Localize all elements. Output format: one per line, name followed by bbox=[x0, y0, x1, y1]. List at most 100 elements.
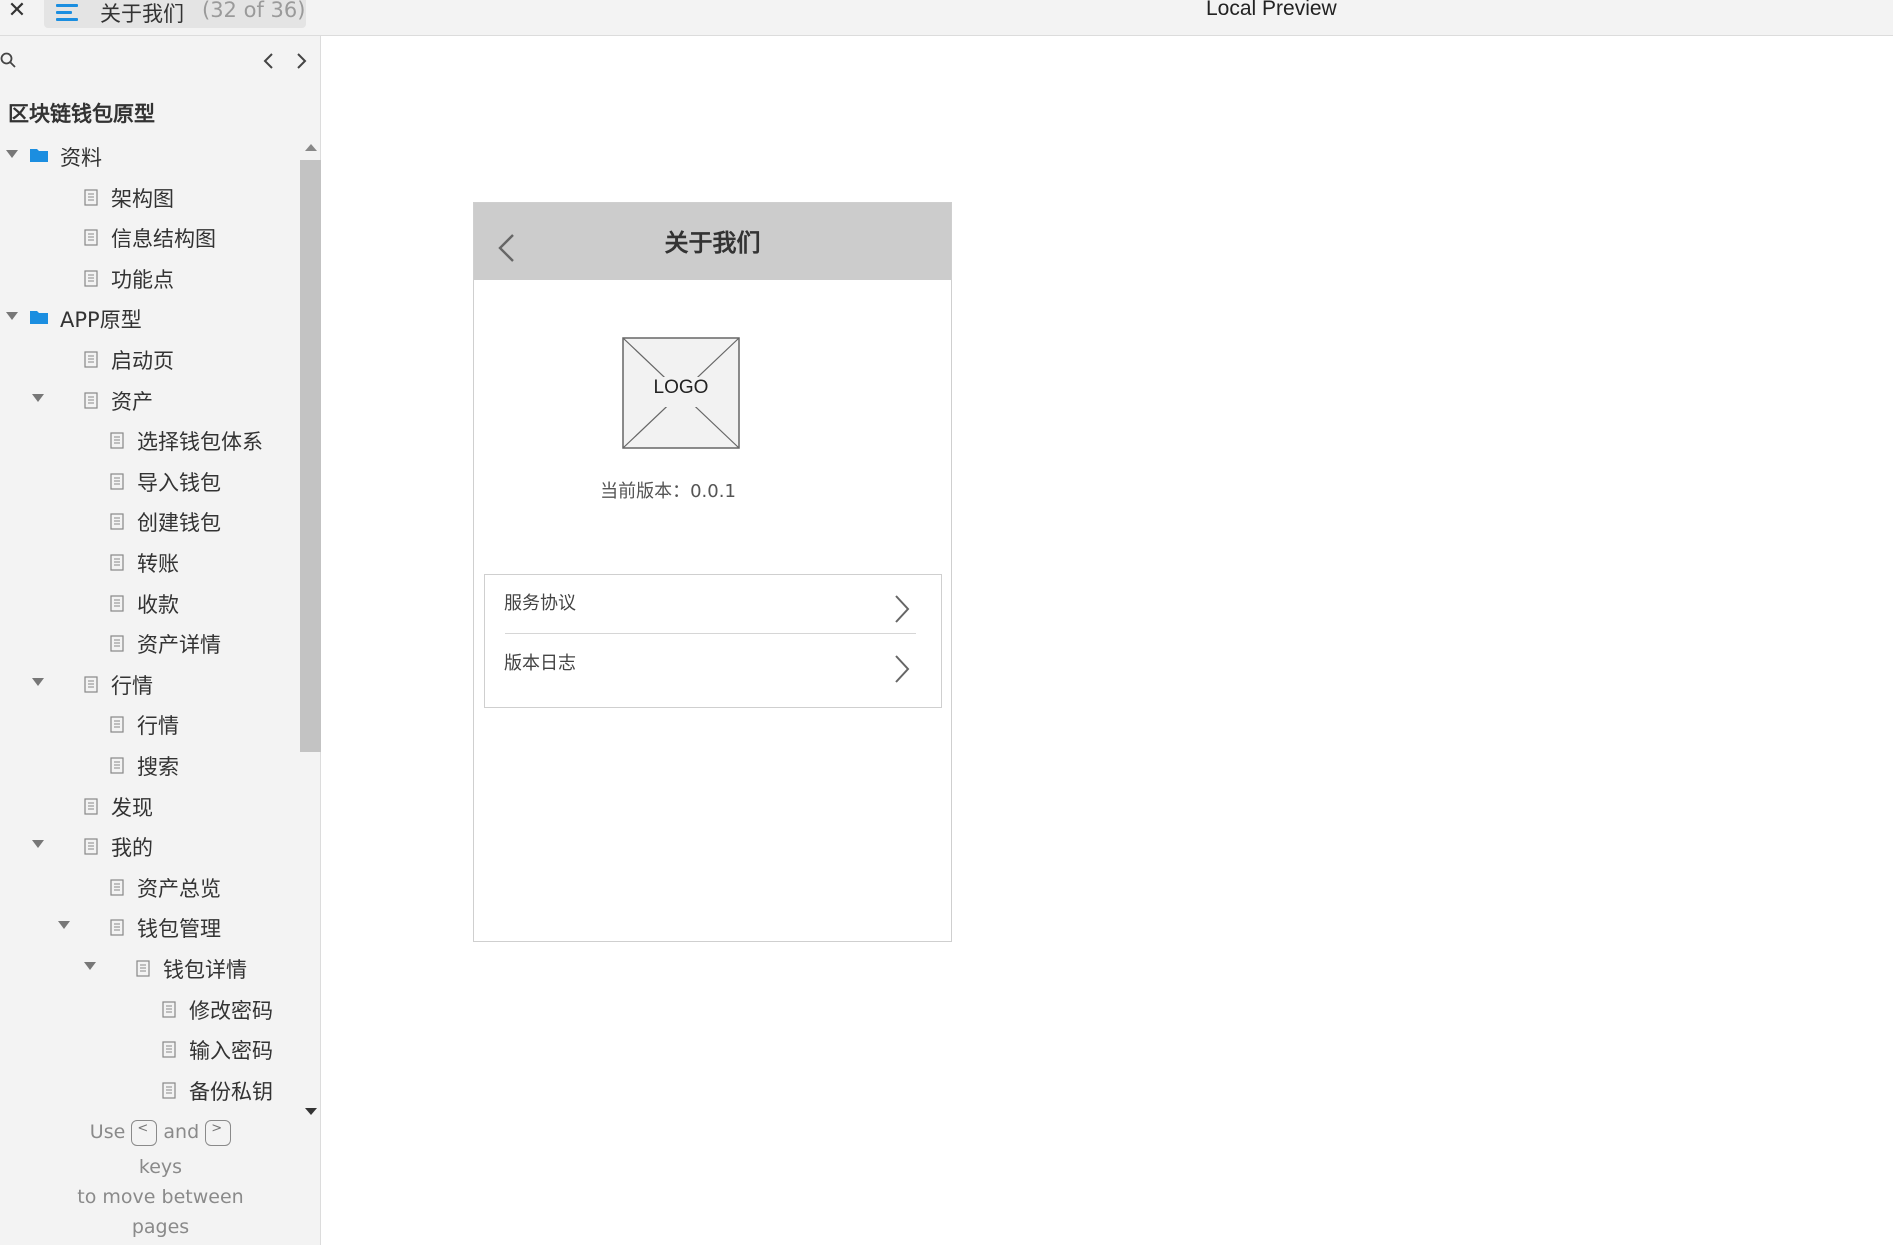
keyboard-hint: Use < and > keys to move between pages bbox=[0, 1112, 321, 1242]
tree-item[interactable]: 资产 bbox=[0, 380, 300, 420]
tree-item-label: 收款 bbox=[137, 592, 179, 617]
page-icon bbox=[110, 879, 124, 896]
preview-title: Local Preview bbox=[1206, 0, 1337, 20]
tree-item[interactable]: 功能点 bbox=[0, 258, 300, 298]
tree-item-label: 发现 bbox=[111, 795, 153, 820]
tree-item[interactable]: 钱包管理 bbox=[0, 907, 300, 947]
menu-item-label: 版本日志 bbox=[504, 653, 576, 674]
next-page-icon[interactable] bbox=[290, 46, 312, 76]
tree-item-label: 导入钱包 bbox=[137, 470, 221, 495]
phone-title: 关于我们 bbox=[664, 229, 761, 257]
tree-item[interactable]: 选择钱包体系 bbox=[0, 420, 300, 460]
tree-item[interactable]: 行情 bbox=[0, 664, 300, 704]
tree-item[interactable]: 收款 bbox=[0, 583, 300, 623]
tree-item-label: 选择钱包体系 bbox=[137, 430, 263, 455]
right-key-icon: > bbox=[205, 1119, 232, 1146]
tree-item-label: 资产 bbox=[111, 389, 153, 414]
tree-item[interactable]: 修改密码 bbox=[0, 989, 300, 1029]
tree-item[interactable]: 资产详情 bbox=[0, 623, 300, 663]
tree-item-label: 资产总览 bbox=[137, 876, 221, 901]
page-icon bbox=[110, 594, 124, 612]
tree-item-label: 信息结构图 bbox=[111, 227, 216, 252]
page-icon bbox=[162, 1000, 176, 1018]
tree-item[interactable]: 输入密码 bbox=[0, 1029, 300, 1069]
expand-arrow-icon[interactable] bbox=[32, 677, 44, 686]
current-page-title: 关于我们 bbox=[100, 2, 184, 26]
project-title: 区块链钱包原型 bbox=[8, 102, 155, 126]
page-icon bbox=[110, 513, 124, 530]
tree-item-label: 行情 bbox=[111, 673, 153, 698]
tree-item[interactable]: 转账 bbox=[0, 542, 300, 582]
tree-item-label: 功能点 bbox=[111, 267, 174, 292]
sidebar: 区块链钱包原型 资料 架构图信息结构图功能点 APP原型启动页资产选择钱包体系 导入钱… bbox=[0, 36, 321, 1245]
chevron-right-icon bbox=[895, 655, 910, 683]
tree-item-label: APP原型 bbox=[60, 308, 142, 333]
tree-item[interactable]: 架构图 bbox=[0, 177, 300, 217]
tree-item-label: 资料 bbox=[60, 146, 102, 170]
tree-item[interactable]: 资产总览 bbox=[0, 867, 300, 907]
tree-item-label: 搜索 bbox=[137, 755, 179, 779]
page-count: (32 of 36) bbox=[202, 0, 306, 22]
tree-item[interactable]: 行情 bbox=[0, 704, 300, 744]
expand-arrow-icon[interactable] bbox=[58, 921, 70, 930]
logo-text: LOGO bbox=[653, 377, 709, 398]
tree-item[interactable]: 启动页 bbox=[0, 339, 300, 379]
expand-arrow-icon[interactable] bbox=[6, 150, 18, 158]
tree-item[interactable]: 导入钱包 bbox=[0, 461, 300, 501]
tree-item[interactable]: APP原型 bbox=[0, 298, 300, 338]
folder-icon bbox=[30, 149, 48, 162]
hint-keys: keys bbox=[138, 1156, 183, 1178]
page-icon bbox=[110, 757, 124, 774]
expand-arrow-icon[interactable] bbox=[84, 962, 96, 970]
tree-item[interactable]: 备份私钥 bbox=[0, 1070, 300, 1110]
logo-placeholder: LOGO bbox=[622, 337, 740, 449]
menu-item-service-agreement[interactable]: 服务协议 bbox=[485, 575, 941, 635]
tree-item[interactable]: 资料 bbox=[0, 136, 300, 176]
tree-item-label: 行情 bbox=[137, 714, 179, 739]
page-icon bbox=[162, 1041, 176, 1058]
tree-item-label: 输入密码 bbox=[189, 1039, 273, 1064]
search-icon[interactable] bbox=[0, 52, 18, 70]
tree-item[interactable]: 发现 bbox=[0, 786, 300, 826]
scrollbar-thumb[interactable] bbox=[300, 160, 321, 752]
page-selector[interactable]: 关于我们 (32 of 36) bbox=[44, 0, 306, 28]
scroll-up-arrow-icon[interactable] bbox=[305, 144, 317, 151]
page-icon bbox=[84, 351, 98, 368]
tree-item-label: 钱包详情 bbox=[163, 958, 247, 982]
tree-item[interactable]: 搜索 bbox=[0, 745, 300, 785]
page-icon bbox=[84, 391, 98, 409]
expand-arrow-icon[interactable] bbox=[32, 840, 44, 849]
previous-page-icon[interactable] bbox=[258, 46, 280, 76]
tree-item[interactable]: 创建钱包 bbox=[0, 501, 300, 541]
tree-item-label: 钱包管理 bbox=[137, 917, 221, 942]
tree-item[interactable]: 我的 bbox=[0, 826, 300, 866]
version-text: 当前版本：0.0.1 bbox=[600, 481, 736, 502]
page-icon bbox=[110, 716, 124, 733]
expand-arrow-icon[interactable] bbox=[32, 393, 44, 402]
hint-and: and bbox=[163, 1121, 200, 1143]
phone-header: 关于我们 bbox=[474, 203, 951, 280]
page-icon bbox=[84, 838, 98, 855]
tree-item-label: 架构图 bbox=[111, 186, 174, 211]
page-icon bbox=[162, 1082, 176, 1099]
folder-icon bbox=[30, 311, 48, 325]
close-icon[interactable]: ✕ bbox=[4, 0, 30, 26]
left-key-icon: < bbox=[131, 1119, 158, 1146]
page-icon bbox=[110, 473, 124, 490]
tree-item[interactable]: 钱包详情 bbox=[0, 948, 300, 988]
page-icon bbox=[110, 919, 124, 936]
page-icon bbox=[110, 432, 124, 449]
menu-item-label: 服务协议 bbox=[504, 593, 576, 614]
expand-arrow-icon[interactable] bbox=[6, 312, 18, 321]
chevron-right-icon bbox=[895, 595, 910, 623]
page-tree: 资料 架构图信息结构图功能点 APP原型启动页资产选择钱包体系 导入钱包创建钱包转账收… bbox=[0, 136, 300, 1126]
tree-item-label: 创建钱包 bbox=[137, 511, 221, 536]
menu-icon[interactable] bbox=[56, 0, 80, 24]
page-icon bbox=[84, 797, 98, 815]
page-icon bbox=[84, 229, 98, 246]
page-icon bbox=[84, 188, 98, 206]
tree-item-label: 启动页 bbox=[111, 349, 174, 373]
tree-item[interactable]: 信息结构图 bbox=[0, 217, 300, 257]
settings-menu-list: 服务协议 版本日志 bbox=[484, 574, 942, 708]
menu-item-version-log[interactable]: 版本日志 bbox=[485, 635, 941, 695]
